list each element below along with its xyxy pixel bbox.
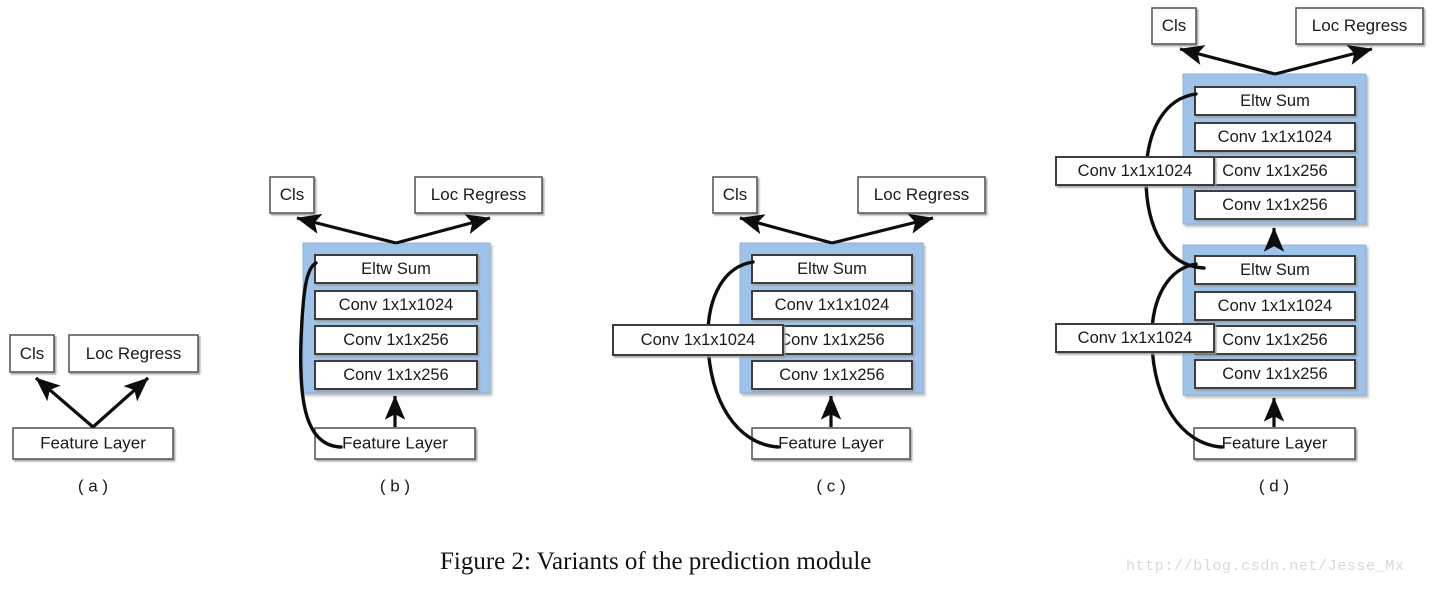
panel-b-arrow-to-cls xyxy=(296,213,397,245)
panel-d-feature-layer-box[interactable]: Feature Layer xyxy=(1193,427,1356,460)
panel-b-caption: ( b ) xyxy=(380,476,410,495)
panel-b-conv-1024-label: Conv 1x1x1024 xyxy=(339,296,454,314)
panel-c-cls-label: Cls xyxy=(723,185,748,204)
panel-a-arrow-to-cls xyxy=(34,376,95,429)
panel-d-upper-conv-1024-box[interactable]: Conv 1x1x1024 xyxy=(1194,122,1356,152)
panel-d-upper-eltw-sum-label: Eltw Sum xyxy=(1240,92,1310,110)
panel-b: Cls Loc Regress Eltw Sum Conv 1x1x1024 C… xyxy=(269,176,543,495)
panel-a-feature-layer-label: Feature Layer xyxy=(40,433,146,452)
panel-a-loc-regress-box[interactable]: Loc Regress xyxy=(68,334,199,373)
panel-d-lower-conv-256-upper-label: Conv 1x1x256 xyxy=(1222,331,1328,349)
panel-a-cls-box[interactable]: Cls xyxy=(9,334,55,373)
panel-c-feature-layer-box[interactable]: Feature Layer xyxy=(751,427,911,460)
panel-d-lower-conv-1024-label: Conv 1x1x1024 xyxy=(1218,297,1333,315)
panel-c-conv-1024-box[interactable]: Conv 1x1x1024 xyxy=(751,290,913,320)
panel-c-eltw-sum-box[interactable]: Eltw Sum xyxy=(751,254,913,284)
watermark-url: http://blog.csdn.net/Jesse_Mx xyxy=(1126,558,1405,575)
panel-d-upper-conv-256-upper-label: Conv 1x1x256 xyxy=(1222,162,1328,180)
panel-b-conv-256-lower-label: Conv 1x1x256 xyxy=(343,366,449,384)
panel-b-conv-1024-box[interactable]: Conv 1x1x1024 xyxy=(314,290,478,320)
panel-d-skip-conv-upper-label: Conv 1x1x1024 xyxy=(1078,162,1193,180)
panel-d-loc-regress-box[interactable]: Loc Regress xyxy=(1295,7,1424,45)
panel-c-conv-256-upper-label: Conv 1x1x256 xyxy=(779,331,885,349)
panel-b-conv-256-upper-box[interactable]: Conv 1x1x256 xyxy=(314,325,478,355)
panel-d-lower-eltw-sum-label: Eltw Sum xyxy=(1240,261,1310,279)
panel-d-lower-conv-1024-box[interactable]: Conv 1x1x1024 xyxy=(1194,291,1356,321)
panel-b-eltw-sum-label: Eltw Sum xyxy=(361,260,431,278)
panel-c-arrow-to-cls xyxy=(739,214,833,245)
panel-c-eltw-sum-label: Eltw Sum xyxy=(797,260,867,278)
figure-caption: Figure 2: Variants of the prediction mod… xyxy=(440,548,872,575)
panel-d-arrow-to-loc xyxy=(1274,44,1373,76)
panel-a-feature-layer-box[interactable]: Feature Layer xyxy=(12,427,174,460)
panel-d-lower-conv-256-lower-label: Conv 1x1x256 xyxy=(1222,365,1328,383)
panel-d-lower-conv-256-upper-box[interactable]: Conv 1x1x256 xyxy=(1194,325,1356,355)
panel-b-loc-regress-label: Loc Regress xyxy=(431,185,526,204)
panel-d-skip-conv-lower-box[interactable]: Conv 1x1x1024 xyxy=(1055,323,1215,353)
panel-a-caption: ( a ) xyxy=(78,476,108,495)
panel-c: Cls Loc Regress Eltw Sum Conv 1x1x1024 C… xyxy=(612,176,986,495)
panel-c-arrow-to-loc xyxy=(831,213,934,245)
panel-d-cls-box[interactable]: Cls xyxy=(1151,7,1197,45)
panel-c-conv-1024-label: Conv 1x1x1024 xyxy=(775,296,890,314)
panel-c-skip-conv-box[interactable]: Conv 1x1x1024 xyxy=(612,324,784,356)
panel-b-cls-box[interactable]: Cls xyxy=(269,176,315,214)
panel-c-loc-regress-label: Loc Regress xyxy=(874,185,969,204)
panel-c-conv-256-lower-label: Conv 1x1x256 xyxy=(779,366,885,384)
panel-b-feature-layer-box[interactable]: Feature Layer xyxy=(314,427,476,460)
panel-a: Cls Loc Regress Feature Layer ( a ) xyxy=(9,334,199,495)
panel-d-lower-eltw-sum-box[interactable]: Eltw Sum xyxy=(1194,255,1356,285)
panel-a-cls-label: Cls xyxy=(20,344,45,363)
panel-d-loc-regress-label: Loc Regress xyxy=(1312,16,1407,35)
panel-a-arrow-to-loc xyxy=(91,376,150,429)
panel-d-caption: ( d ) xyxy=(1259,476,1289,495)
panel-d-cls-label: Cls xyxy=(1162,16,1187,35)
panel-b-eltw-sum-box[interactable]: Eltw Sum xyxy=(314,254,478,284)
panel-d-upper-conv-256-upper-box[interactable]: Conv 1x1x256 xyxy=(1194,156,1356,186)
panel-d-upper-eltw-sum-box[interactable]: Eltw Sum xyxy=(1194,86,1356,116)
panel-c-caption: ( c ) xyxy=(816,476,845,495)
panel-b-cls-label: Cls xyxy=(280,185,305,204)
panel-c-conv-256-lower-box[interactable]: Conv 1x1x256 xyxy=(751,360,913,390)
panel-d-upper-conv-256-lower-box[interactable]: Conv 1x1x256 xyxy=(1194,190,1356,220)
panel-d: Cls Loc Regress Eltw Sum Conv 1x1x1024 C… xyxy=(1055,7,1424,495)
panel-b-conv-256-lower-box[interactable]: Conv 1x1x256 xyxy=(314,360,478,390)
panel-c-loc-regress-box[interactable]: Loc Regress xyxy=(857,176,986,214)
panel-d-lower-conv-256-lower-box[interactable]: Conv 1x1x256 xyxy=(1194,359,1356,389)
panel-d-upper-conv-1024-label: Conv 1x1x1024 xyxy=(1218,128,1333,146)
panel-c-skip-conv-label: Conv 1x1x1024 xyxy=(641,331,756,349)
panel-d-skip-conv-upper-box[interactable]: Conv 1x1x1024 xyxy=(1055,156,1215,186)
panel-b-conv-256-upper-label: Conv 1x1x256 xyxy=(343,331,449,349)
panel-d-upper-conv-256-lower-label: Conv 1x1x256 xyxy=(1222,196,1328,214)
panel-d-skip-conv-lower-label: Conv 1x1x1024 xyxy=(1078,329,1193,347)
panel-d-feature-layer-label: Feature Layer xyxy=(1222,433,1328,452)
diagram-canvas: Cls Loc Regress Feature Layer ( a ) Cls … xyxy=(9,7,1424,495)
panel-d-arrow-to-cls xyxy=(1179,45,1276,76)
panel-c-feature-layer-label: Feature Layer xyxy=(778,433,884,452)
panel-c-cls-box[interactable]: Cls xyxy=(712,176,758,214)
panel-b-feature-layer-label: Feature Layer xyxy=(342,433,448,452)
panel-a-loc-regress-label: Loc Regress xyxy=(86,344,181,363)
panel-b-arrow-to-loc xyxy=(395,214,491,245)
panel-b-loc-regress-box[interactable]: Loc Regress xyxy=(414,176,543,214)
figure-2-prediction-module-variants: Cls Loc Regress Feature Layer ( a ) Cls … xyxy=(0,0,1432,589)
